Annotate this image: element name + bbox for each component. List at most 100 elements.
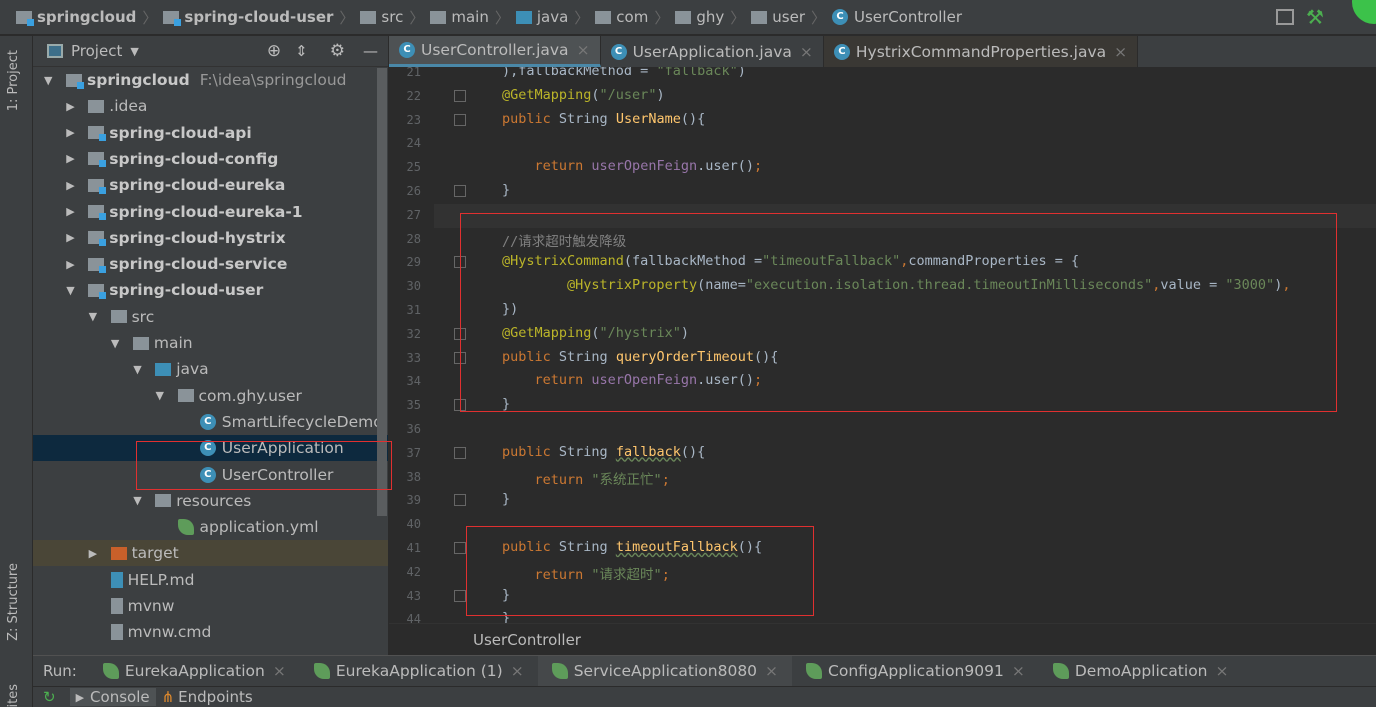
fold-marker-icon[interactable]: [454, 185, 466, 197]
chevron-down-icon[interactable]: ▼: [133, 494, 147, 507]
tree-item[interactable]: ▶ spring-cloud-eureka: [33, 172, 388, 198]
chevron-right-icon[interactable]: ▶: [89, 547, 103, 560]
locate-icon[interactable]: ⊕: [267, 41, 281, 61]
chevron-down-icon[interactable]: ▼: [89, 310, 103, 323]
tree-item[interactable]: ▼ resources: [33, 488, 388, 514]
chevron-right-icon[interactable]: ▶: [66, 231, 80, 244]
close-icon[interactable]: ×: [511, 662, 524, 680]
run-tab[interactable]: EurekaApplication ×: [89, 656, 300, 687]
structure-tool-tab[interactable]: Z: Structure: [6, 563, 21, 641]
build-hammer-icon[interactable]: ⚒: [1306, 5, 1324, 29]
chevron-down-icon[interactable]: ▼: [111, 337, 125, 350]
close-icon[interactable]: ×: [765, 662, 778, 680]
breadcrumb-item[interactable]: user: [751, 8, 805, 26]
line-number: 33: [406, 350, 421, 365]
chevron-down-icon[interactable]: ▼: [156, 389, 170, 402]
fold-marker-icon[interactable]: [454, 542, 466, 554]
tree-item[interactable]: ▼ spring-cloud-user: [33, 277, 388, 303]
chevron-down-icon[interactable]: ▼: [133, 363, 147, 376]
chevron-right-icon[interactable]: ▶: [66, 152, 80, 165]
chevron-down-icon[interactable]: ▼: [130, 45, 138, 58]
tree-item[interactable]: ▶ spring-cloud-api: [33, 120, 388, 146]
run-tab[interactable]: ServiceApplication8080 ×: [537, 655, 793, 687]
tree-item[interactable]: ▼ springcloud F:\idea\springcloud: [33, 67, 388, 93]
chevron-right-icon[interactable]: ▶: [66, 100, 80, 113]
chevron-right-icon[interactable]: ▶: [66, 126, 80, 139]
tab-usercontroller-java[interactable]: C UserController.java ×: [389, 36, 601, 67]
code-token: }: [502, 491, 511, 508]
code-editor[interactable]: 21),fallbackMethod = "fallback") 22 @GetMa…: [389, 67, 1376, 623]
fold-marker-icon[interactable]: [454, 446, 466, 459]
tree-item[interactable]: ▶ spring-cloud-eureka-1: [33, 199, 388, 225]
breadcrumb-separator: 〉: [494, 8, 510, 27]
tree-item[interactable]: mvnw.cmd: [33, 619, 388, 645]
chevron-right-icon[interactable]: ▶: [66, 179, 80, 192]
tree-item[interactable]: ▼ src: [33, 304, 388, 330]
fold-marker-icon[interactable]: [454, 113, 466, 126]
editor-breadcrumb-item[interactable]: UserController: [473, 631, 581, 649]
tab-userapplication-java[interactable]: C UserApplication.java ×: [601, 36, 824, 67]
fold-marker-icon[interactable]: [454, 327, 466, 340]
tree-item[interactable]: ▶ spring-cloud-hystrix: [33, 225, 388, 251]
tab-hystrixcommandproperties-java[interactable]: C HystrixCommandProperties.java ×: [823, 36, 1139, 67]
line-number: 30: [406, 279, 421, 294]
spring-boot-class-icon: C: [610, 43, 627, 60]
tree-item[interactable]: HELP.md: [33, 567, 388, 593]
tree-item[interactable]: C SmartLifecycleDemo: [33, 409, 388, 435]
class-icon: C: [833, 43, 850, 60]
run-tab-label: EurekaApplication: [124, 662, 265, 680]
favorites-tool-tab[interactable]: ites: [6, 684, 21, 707]
run-tab[interactable]: DemoApplication ×: [1039, 656, 1243, 687]
breadcrumb-item[interactable]: java: [515, 8, 568, 26]
console-tab[interactable]: ▶ Console: [69, 688, 156, 706]
tree-item[interactable]: mvnw: [33, 593, 388, 619]
run-tab[interactable]: ConfigApplication9091 ×: [792, 656, 1039, 687]
tree-item[interactable]: ▼ main: [33, 330, 388, 356]
close-icon[interactable]: ×: [1114, 43, 1127, 61]
tree-scrollbar[interactable]: [377, 68, 387, 516]
project-tool-tab[interactable]: 1: Project: [6, 50, 21, 111]
breadcrumb-item[interactable]: main: [430, 8, 489, 26]
fold-marker-icon[interactable]: [454, 256, 466, 269]
close-icon[interactable]: ×: [800, 43, 813, 61]
breadcrumb-item[interactable]: src: [360, 8, 403, 26]
close-icon[interactable]: ×: [1216, 662, 1229, 680]
tree-item[interactable]: ▼ com.ghy.user: [33, 383, 388, 409]
chevron-down-icon[interactable]: ▼: [66, 284, 80, 297]
module-folder-icon: [88, 205, 107, 220]
tree-item[interactable]: application.yml: [33, 514, 388, 540]
project-view-dropdown[interactable]: Project: [71, 42, 122, 60]
close-icon[interactable]: ×: [1012, 662, 1025, 680]
rerun-icon[interactable]: ↻: [43, 688, 56, 706]
run-window-icon[interactable]: [1276, 9, 1294, 25]
fold-marker-icon[interactable]: [454, 494, 466, 507]
breadcrumb-item[interactable]: C UserController: [832, 8, 962, 26]
fold-marker-icon[interactable]: [454, 89, 466, 102]
tree-item[interactable]: ▼ java: [33, 356, 388, 382]
chevron-down-icon[interactable]: ▼: [44, 74, 58, 87]
tree-item[interactable]: C UserApplication: [33, 435, 388, 462]
fold-marker-icon[interactable]: [454, 589, 466, 602]
close-icon[interactable]: ×: [273, 662, 286, 680]
gear-icon[interactable]: ⚙: [330, 41, 345, 61]
breadcrumb-item[interactable]: com: [595, 8, 648, 26]
tree-item[interactable]: ▶ target: [33, 540, 388, 567]
fold-marker-icon[interactable]: [454, 399, 466, 412]
hide-icon[interactable]: —: [363, 42, 378, 60]
close-icon[interactable]: ×: [577, 41, 590, 59]
breadcrumb-item[interactable]: ghy: [675, 8, 724, 26]
tree-item[interactable]: C UserController: [33, 462, 388, 488]
tree-item[interactable]: ▶ spring-cloud-config: [33, 146, 388, 172]
endpoints-tab[interactable]: ⋔ Endpoints: [156, 688, 259, 706]
tree-item[interactable]: ▶ .idea: [33, 93, 388, 119]
chevron-right-icon[interactable]: ▶: [66, 258, 80, 271]
fold-marker-icon[interactable]: [454, 351, 466, 364]
tree-item[interactable]: ▶ spring-cloud-service: [33, 251, 388, 277]
collapse-all-icon[interactable]: ⇕: [295, 42, 308, 60]
breadcrumb-item[interactable]: springcloud: [16, 8, 136, 26]
left-tool-strip: 1: Project Z: Structure ites: [0, 36, 33, 707]
breadcrumb-item[interactable]: spring-cloud-user: [163, 8, 333, 26]
chevron-right-icon[interactable]: ▶: [66, 205, 80, 218]
run-tab[interactable]: EurekaApplication (1) ×: [300, 656, 538, 687]
